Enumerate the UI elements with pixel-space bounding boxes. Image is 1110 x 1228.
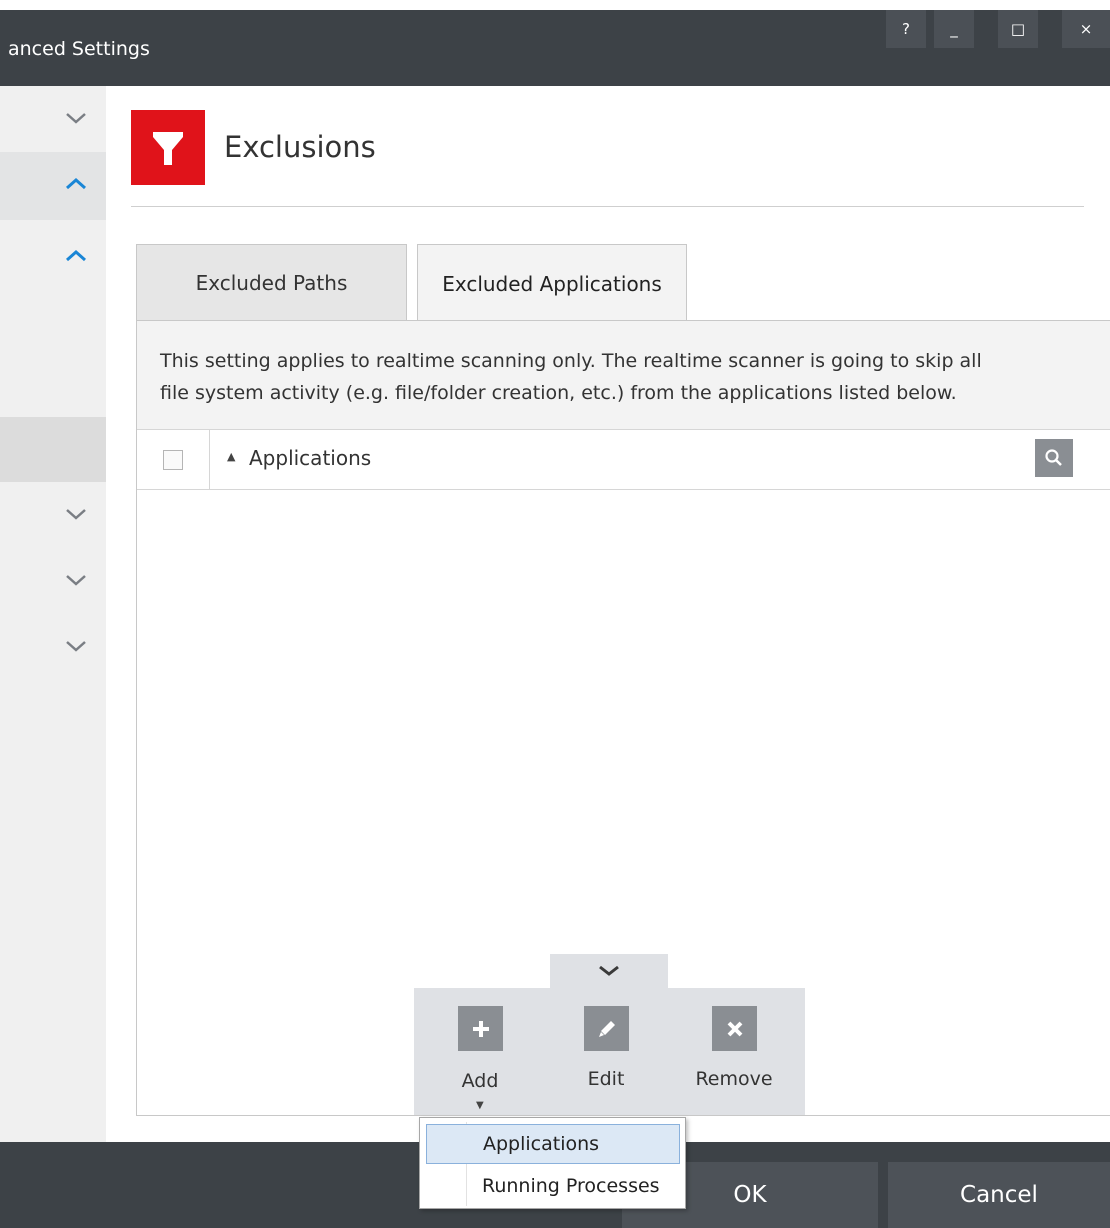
remove-button[interactable]: Remove — [672, 1006, 792, 1106]
add-dropdown-menu: Applications Running Processes — [419, 1117, 686, 1209]
minimize-icon: _ — [950, 20, 958, 38]
maximize-button[interactable]: □ — [998, 10, 1038, 48]
pencil-icon — [584, 1006, 629, 1051]
list-header: ▲ Applications — [137, 429, 1110, 490]
sidebar-item-1[interactable] — [0, 86, 106, 128]
funnel-icon-tile — [131, 110, 205, 185]
chevron-down-icon — [66, 509, 86, 520]
top-strip — [0, 0, 1110, 10]
window-title: anced Settings — [8, 38, 150, 60]
edit-label: Edit — [587, 1068, 625, 1090]
add-label: Add — [461, 1070, 499, 1092]
sidebar-item-4[interactable] — [0, 492, 106, 540]
remove-label: Remove — [695, 1068, 773, 1090]
action-toolbar: Add ▼ Edit Remove — [414, 988, 805, 1115]
description-line-1: This setting applies to realtime scannin… — [160, 350, 982, 372]
tab-excluded-applications[interactable]: Excluded Applications — [417, 244, 687, 322]
chevron-down-icon — [599, 965, 619, 976]
chevron-down-icon — [66, 575, 86, 586]
menu-item-applications[interactable]: Applications — [426, 1124, 680, 1164]
menu-item-running-processes[interactable]: Running Processes — [426, 1166, 680, 1206]
chevron-down-icon — [66, 113, 86, 124]
add-dropdown-arrow-icon: ▼ — [476, 1100, 484, 1111]
search-button[interactable] — [1035, 439, 1073, 477]
chevron-down-icon — [66, 641, 86, 652]
help-button[interactable]: ? — [886, 10, 926, 48]
add-button[interactable]: Add ▼ — [418, 1006, 538, 1111]
sidebar-item-selected[interactable] — [0, 417, 106, 482]
description: This setting applies to realtime scannin… — [137, 321, 1110, 429]
applications-column-header[interactable]: Applications — [249, 446, 371, 470]
search-icon — [1045, 449, 1062, 466]
header-divider — [131, 206, 1084, 207]
sort-ascending-icon: ▲ — [227, 450, 236, 463]
page-title: Exclusions — [224, 130, 376, 164]
edit-button[interactable]: Edit — [544, 1006, 664, 1106]
sidebar-item-5[interactable] — [0, 560, 106, 608]
tab-excluded-paths[interactable]: Excluded Paths — [136, 244, 407, 320]
sidebar-item-6[interactable] — [0, 626, 106, 674]
column-divider — [209, 430, 210, 489]
toolbar-collapse-button[interactable] — [550, 954, 668, 990]
close-button[interactable]: × — [1062, 10, 1110, 48]
plus-icon — [458, 1006, 503, 1051]
description-line-2: file system activity (e.g. file/folder c… — [160, 382, 957, 404]
maximize-icon: □ — [1010, 20, 1026, 38]
help-icon: ? — [902, 20, 910, 38]
title-bar: anced Settings ? _ □ × — [0, 10, 1110, 86]
sidebar — [0, 86, 106, 1142]
chevron-up-icon — [66, 177, 86, 190]
chevron-up-icon — [66, 249, 86, 262]
sidebar-item-2[interactable] — [0, 152, 106, 220]
close-icon: × — [1079, 20, 1093, 38]
x-icon — [712, 1006, 757, 1051]
minimize-button[interactable]: _ — [934, 10, 974, 48]
select-all-checkbox[interactable] — [163, 450, 183, 470]
funnel-icon — [153, 132, 183, 165]
cancel-button[interactable]: Cancel — [888, 1162, 1110, 1228]
sidebar-item-3[interactable] — [0, 234, 106, 294]
